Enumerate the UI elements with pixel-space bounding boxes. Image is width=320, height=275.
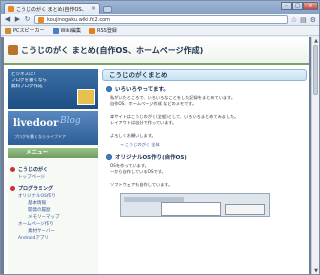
menu-category[interactable]: こうじのがく	[10, 165, 96, 174]
house-icon	[8, 45, 18, 55]
banner-subtitle: ブログを書くならライブドア	[14, 134, 66, 139]
blog-logo: Blog	[60, 116, 81, 126]
web-page: こうじのがく まとめ(自作OS、ホームページ作成) ビジネスに! ブログを書くな…	[4, 37, 309, 274]
tab-strip: こうじのがく まとめ(自作OS、 × – □ ×	[1, 1, 319, 14]
menu-item-basic-info[interactable]: 基本情報	[10, 200, 96, 207]
bullet-icon	[10, 186, 15, 191]
tab-title: こうじのがく まとめ(自作OS、	[16, 6, 87, 13]
scroll-down-icon[interactable]: ▼	[313, 268, 319, 274]
bookmarks-bar: PCスピーカー Wiki編集 RSS登録	[1, 26, 319, 36]
bookmark-label: Wiki編集	[60, 28, 82, 34]
text-line: ソフトウェアも自作しています。	[110, 181, 173, 187]
section-title: オリジナルOS作り(自作OS)	[115, 155, 187, 161]
site-title[interactable]: こうじのがく まとめ(自作OS、ホームページ作成)	[21, 45, 203, 56]
page-menu-icon[interactable]: ▤	[300, 16, 307, 24]
menu-item-memory-map[interactable]: メモリーマップ	[10, 214, 96, 221]
vertical-scrollbar[interactable]: ▲ ▼	[311, 37, 319, 274]
text-line: よろしくお願いします。	[110, 132, 156, 138]
site-favicon-icon	[8, 6, 14, 12]
browser-window: こうじのがく まとめ(自作OS、 × – □ × ◀ ▶ ↻ koujinoga…	[0, 0, 320, 275]
link-all-pages[interactable]: こうじのがく 全体	[120, 142, 160, 148]
menu-item-android[interactable]: Androidアプリ	[10, 235, 96, 242]
section-heading: いろいろやってます。	[106, 85, 306, 93]
rss-icon	[89, 27, 96, 34]
navigation-toolbar: ◀ ▶ ↻ koujinogaku.wiki.fc2.com ☆ ▤ ⚙	[1, 14, 319, 26]
tab-active[interactable]: こうじのがく まとめ(自作OS、 ×	[4, 3, 100, 14]
url-text[interactable]: koujinogaku.wiki.fc2.com	[47, 17, 110, 23]
menu-item-homepage[interactable]: ホームページ作り	[10, 221, 96, 228]
livedoor-blog-banner[interactable]: livedoor Blog ブログを書くならライブドア	[8, 111, 98, 145]
bookmark-page-icon	[52, 27, 59, 34]
menu-category-label: プログラミング	[18, 186, 54, 192]
forward-arrow-icon[interactable]: ▶	[14, 16, 21, 23]
new-tab-button[interactable]	[103, 6, 112, 13]
os-screenshot	[120, 193, 270, 217]
main-content: こうじのがくまとめ いろいろやってます。 私がいたところで、いろいろなことをした…	[102, 69, 307, 274]
livedoor-logo: livedoor	[13, 118, 59, 129]
bookmark-pc-speaker[interactable]: PCスピーカー	[5, 27, 45, 34]
url-favicon-icon	[38, 16, 44, 23]
bullet-icon	[10, 167, 15, 172]
page-title: こうじのがくまとめ	[102, 69, 307, 81]
section-bullet-icon	[106, 86, 112, 92]
menu-list: こうじのがく トップページ プログラミング オリジナルOS作り 基本情報 開発の…	[10, 162, 96, 242]
bookmark-rss[interactable]: RSS登録	[89, 27, 117, 34]
menu-item-history[interactable]: 開発の履歴	[10, 207, 96, 214]
wrench-menu-icon[interactable]: ⚙	[310, 16, 316, 24]
scroll-up-icon[interactable]: ▲	[313, 38, 319, 44]
menu-category[interactable]: プログラミング	[10, 184, 96, 193]
back-arrow-icon[interactable]: ◀	[4, 16, 11, 23]
maximize-button[interactable]: □	[292, 2, 303, 10]
menu-heading: メニュー	[8, 148, 98, 158]
scrollbar-thumb[interactable]	[313, 45, 318, 95]
bookmark-label: PCスピーカー	[13, 28, 45, 34]
close-tab-icon[interactable]: ×	[91, 6, 96, 12]
close-window-button[interactable]: ×	[303, 2, 318, 10]
ad-image	[77, 89, 95, 105]
bookmark-folder-icon	[5, 27, 11, 34]
window-controls: – □ ×	[281, 2, 318, 11]
os-paragraph: OSを作っています。 一から自作しているOSです。 ソフトウェアも自作しています…	[110, 163, 304, 188]
minimize-button[interactable]: –	[281, 2, 292, 10]
section-heading: オリジナルOS作り(自作OS)	[106, 153, 306, 161]
ad-banner[interactable]: ビジネスに! ブログを書くなら 無料ブログ作成	[8, 69, 98, 109]
bookmark-wiki-edit[interactable]: Wiki編集	[52, 27, 82, 34]
page-viewport: こうじのがく まとめ(自作OS、ホームページ作成) ビジネスに! ブログを書くな…	[1, 37, 311, 274]
screenshot-window	[161, 202, 221, 216]
menu-category-label: こうじのがく	[18, 167, 49, 173]
site-header: こうじのがく まとめ(自作OS、ホームページ作成)	[4, 37, 309, 65]
address-bar[interactable]: koujinogaku.wiki.fc2.com	[34, 15, 288, 24]
intro-paragraph: 私がいたところで、いろいろなことをした記録をまとめています。 自作OS、ホームペ…	[110, 95, 304, 139]
menu-item-top[interactable]: トップページ	[10, 174, 96, 181]
bookmark-star-icon[interactable]: ☆	[291, 16, 297, 24]
reload-icon[interactable]: ↻	[24, 16, 31, 23]
menu-item-original-os[interactable]: オリジナルOS作り	[10, 193, 96, 200]
screenshot-window	[225, 204, 265, 215]
bookmark-label: RSS登録	[97, 28, 117, 34]
section-bullet-icon	[106, 154, 112, 160]
menu-item-material-server[interactable]: 素材サーバー	[10, 228, 96, 235]
section-title: いろいろやってます。	[115, 87, 169, 93]
sidebar: ビジネスに! ブログを書くなら 無料ブログ作成 livedoor Blog ブロ…	[8, 69, 98, 274]
